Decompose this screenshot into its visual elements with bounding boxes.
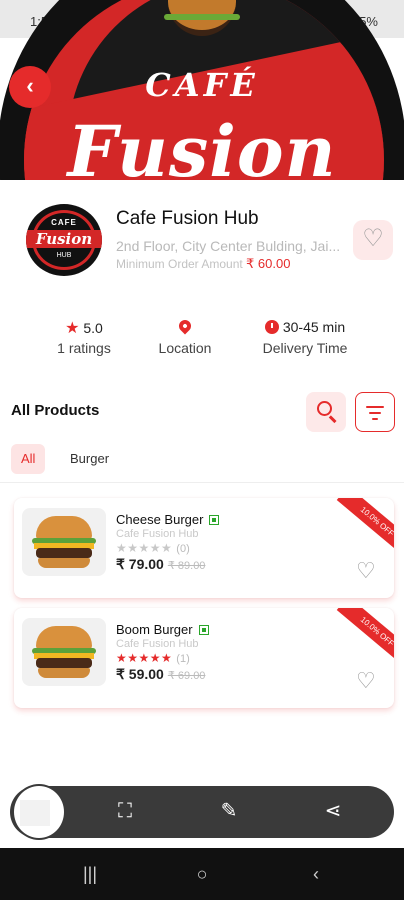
product-price: ₹ 59.00 ₹ 69.00 xyxy=(116,666,206,682)
chip-burger[interactable]: Burger xyxy=(60,444,119,474)
product-restaurant: Cafe Fusion Hub xyxy=(116,638,199,650)
veg-icon xyxy=(198,625,209,635)
filter-button[interactable] xyxy=(355,392,395,432)
recent-apps-icon[interactable]: ||| xyxy=(78,862,102,886)
location-pin-icon xyxy=(176,317,194,335)
rating-label: 1 ratings xyxy=(57,340,111,356)
rating-count: (1) xyxy=(176,653,190,665)
delivery-value: 30-45 min xyxy=(282,319,346,335)
logo-hub-text: HUB xyxy=(56,252,72,259)
old-price: ₹ 69.00 xyxy=(167,670,206,682)
divider xyxy=(0,482,404,483)
product-rating: ★★★★★ (1) xyxy=(116,651,190,665)
delivery-info: 30-45 min Delivery Time xyxy=(256,318,354,356)
heart-icon: ♡ xyxy=(362,225,384,252)
chevron-left-icon: ‹ xyxy=(26,73,34,98)
section-title: All Products xyxy=(11,402,100,419)
logo-fusion-text: Fusion xyxy=(26,230,102,248)
share-icon[interactable]: ⋖ xyxy=(320,798,346,824)
location-label: Location xyxy=(158,340,212,356)
search-icon-handle xyxy=(329,415,337,423)
product-image xyxy=(22,618,106,686)
filter-icon xyxy=(366,406,384,408)
favorite-button[interactable]: ♡ xyxy=(353,220,393,260)
discount-ribbon: 10.0% OFF xyxy=(336,608,394,668)
minimum-order: Minimum Order Amount ₹ 60.00 xyxy=(116,256,290,272)
product-card[interactable]: Boom Burger Cafe Fusion Hub ★★★★★ (1) ₹ 5… xyxy=(14,608,394,708)
product-card[interactable]: Cheese Burger Cafe Fusion Hub ★★★★★ (0) ₹… xyxy=(14,498,394,598)
search-icon xyxy=(317,401,332,416)
restaurant-address: 2nd Floor, City Center Bulding, Jai... xyxy=(116,238,341,254)
edit-crop-icon[interactable]: ✎ xyxy=(216,798,242,824)
product-name: Boom Burger xyxy=(116,622,209,637)
min-order-value: ₹ 60.00 xyxy=(246,256,291,271)
rating-count: (0) xyxy=(176,543,190,555)
logo-cafe-text: CAFE xyxy=(51,218,77,227)
rating-value: 5.0 xyxy=(83,320,103,336)
timer-icon xyxy=(264,320,279,334)
screenshot-thumbnail[interactable] xyxy=(12,784,66,840)
product-price: ₹ 79.00 ₹ 89.00 xyxy=(116,556,206,572)
product-image xyxy=(22,508,106,576)
product-rating: ★★★★★ (0) xyxy=(116,541,190,555)
chip-all[interactable]: All xyxy=(11,444,46,474)
star-icon: ★ xyxy=(65,320,80,337)
old-price: ₹ 89.00 xyxy=(167,560,206,572)
filter-icon-low xyxy=(372,418,378,420)
product-name: Cheese Burger xyxy=(116,512,220,527)
restaurant-logo: CAFE Fusion HUB xyxy=(26,204,102,276)
heart-icon[interactable]: ♡ xyxy=(356,558,376,584)
star-rating-icon: ★★★★★ xyxy=(116,541,173,555)
banner-fusion-text: Fusion xyxy=(67,110,337,180)
veg-icon xyxy=(209,515,220,525)
location-info[interactable]: Location xyxy=(150,317,220,356)
star-rating-icon: ★★★★★ xyxy=(116,651,173,665)
delivery-label: Delivery Time xyxy=(262,340,348,356)
restaurant-banner: CAFÉ Fusion xyxy=(0,0,404,180)
restaurant-name: Cafe Fusion Hub xyxy=(116,208,259,229)
min-order-label: Minimum Order Amount xyxy=(116,257,243,271)
search-button[interactable] xyxy=(306,392,346,432)
back-button[interactable]: ‹ xyxy=(9,66,51,108)
banner-cafe-text: CAFÉ xyxy=(145,66,259,104)
home-icon[interactable]: ○ xyxy=(190,862,214,886)
rating-info: ★ 5.0 1 ratings xyxy=(48,318,120,356)
product-restaurant: Cafe Fusion Hub xyxy=(116,528,199,540)
scroll-capture-icon[interactable]: ⛶ xyxy=(112,798,138,824)
navigation-bar: ||| ○ ‹ xyxy=(0,848,404,900)
screenshot-toolbar: ⛶ ✎ ⋖ xyxy=(10,786,394,838)
filter-icon-mid xyxy=(369,412,381,414)
back-nav-icon[interactable]: ‹ xyxy=(304,862,328,886)
discount-ribbon: 10.0% OFF xyxy=(336,498,394,558)
heart-icon[interactable]: ♡ xyxy=(356,668,376,694)
